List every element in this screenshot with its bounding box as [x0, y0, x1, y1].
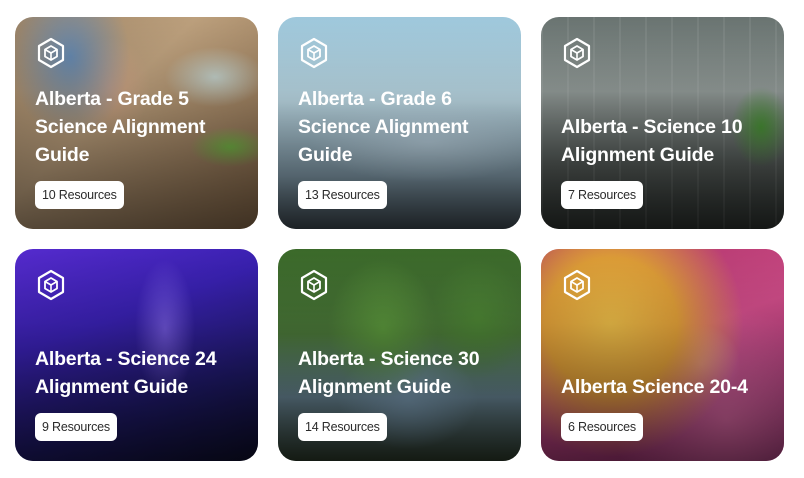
card-title: Alberta - Grade 5 Science Alignment Guid… — [35, 88, 206, 166]
card-title: Alberta - Science 30 Alignment Guide — [298, 348, 480, 398]
hexagon-cube-icon — [35, 37, 67, 69]
resource-count-badge: 10 Resources — [35, 181, 124, 209]
resource-card-science20-4[interactable]: Alberta Science 20-4 6 Resources — [541, 249, 784, 461]
card-title: Alberta - Grade 6 Science Alignment Guid… — [298, 88, 469, 166]
hexagon-cube-icon — [35, 269, 67, 301]
resource-count-badge: 9 Resources — [35, 413, 117, 441]
resource-count-badge: 14 Resources — [298, 413, 387, 441]
resource-card-science10[interactable]: Alberta - Science 10 Alignment Guide 7 R… — [541, 17, 784, 229]
hexagon-cube-icon — [298, 37, 330, 69]
resource-count-badge: 13 Resources — [298, 181, 387, 209]
hexagon-cube-icon — [561, 37, 593, 69]
resource-card-science30[interactable]: Alberta - Science 30 Alignment Guide 14 … — [278, 249, 521, 461]
hexagon-cube-icon — [298, 269, 330, 301]
resource-count-badge: 7 Resources — [561, 181, 643, 209]
hexagon-cube-icon — [561, 269, 593, 301]
card-title: Alberta - Science 10 Alignment Guide — [561, 116, 743, 166]
resource-card-science24[interactable]: Alberta - Science 24 Alignment Guide 9 R… — [15, 249, 258, 461]
resource-card-grade6[interactable]: Alberta - Grade 6 Science Alignment Guid… — [278, 17, 521, 229]
resource-count-badge: 6 Resources — [561, 413, 643, 441]
card-title: Alberta - Science 24 Alignment Guide — [35, 348, 217, 398]
resource-card-grade5[interactable]: Alberta - Grade 5 Science Alignment Guid… — [15, 17, 258, 229]
card-title: Alberta Science 20-4 — [561, 376, 748, 398]
